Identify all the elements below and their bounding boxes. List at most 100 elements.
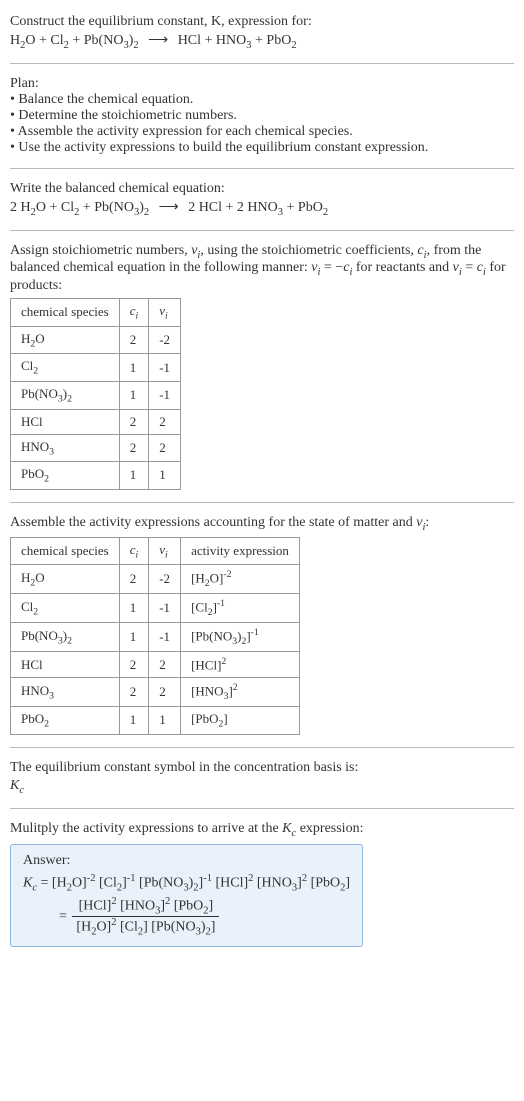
kc-expression-fraction: = [HCl]2 [HNO3]2 [PbO2] [H2O]2 [Cl2] [Pb…: [23, 896, 350, 938]
cell-activity: [Pb(NO3)2]-1: [181, 622, 300, 651]
cell-c: 2: [119, 565, 149, 594]
cell-species: HCl: [11, 409, 120, 434]
cell-activity: [HNO3]2: [181, 678, 300, 707]
assemble-text-1: Assemble the activity expressions accoun…: [10, 515, 416, 530]
cell-c: 1: [119, 594, 149, 623]
col-species: chemical species: [11, 299, 120, 327]
balanced-block: Write the balanced chemical equation: 2 …: [10, 175, 514, 224]
col-ci: ci: [119, 537, 149, 565]
cell-c: 2: [119, 678, 149, 707]
plan-bullet-4: • Use the activity expressions to build …: [10, 140, 514, 156]
cell-v: -1: [149, 622, 181, 651]
cell-species: HNO3: [11, 434, 120, 462]
separator: [10, 747, 514, 748]
plan-bullet-1: • Balance the chemical equation.: [10, 92, 514, 108]
table-row: HNO3 2 2 [HNO3]2: [11, 678, 300, 707]
assemble-block: Assemble the activity expressions accoun…: [10, 509, 514, 741]
cell-c: 1: [119, 381, 149, 409]
assign-text-2: , using the stoichiometric coefficients,: [200, 243, 417, 258]
cell-activity: [Cl2]-1: [181, 594, 300, 623]
plan-heading: Plan:: [10, 76, 514, 92]
plan-bullet-3: • Assemble the activity expression for e…: [10, 124, 514, 140]
intro-block: Construct the equilibrium constant, K, e…: [10, 8, 514, 57]
col-nui: νi: [149, 537, 181, 565]
cell-c: 2: [119, 651, 149, 677]
separator: [10, 808, 514, 809]
table-row: Cl2 1 -1 [Cl2]-1: [11, 594, 300, 623]
cell-v: 2: [149, 678, 181, 707]
intro-text: Construct the equilibrium constant, K, e…: [10, 14, 312, 29]
table-row: HCl 2 2 [HCl]2: [11, 651, 300, 677]
table-row: H2O 2 -2: [11, 326, 181, 354]
cell-c: 1: [119, 622, 149, 651]
kc-expression: Kc = [H2O]-2 [Cl2]-1 [Pb(NO3)2]-1 [HCl]2…: [23, 873, 350, 893]
cell-species: Cl2: [11, 354, 120, 382]
balanced-line: Write the balanced chemical equation:: [10, 181, 514, 197]
cell-v: 2: [149, 409, 181, 434]
cell-species: HNO3: [11, 678, 120, 707]
table-row: Pb(NO3)2 1 -1 [Pb(NO3)2]-1: [11, 622, 300, 651]
multiply-text-2: expression:: [296, 821, 363, 836]
table-row: HCl 2 2: [11, 409, 181, 434]
cell-activity: [H2O]-2: [181, 565, 300, 594]
cell-activity: [HCl]2: [181, 651, 300, 677]
table-row: Pb(NO3)2 1 -1: [11, 381, 181, 409]
cell-c: 2: [119, 434, 149, 462]
cell-c: 2: [119, 409, 149, 434]
separator: [10, 230, 514, 231]
table-row: Cl2 1 -1: [11, 354, 181, 382]
answer-box: Answer: Kc = [H2O]-2 [Cl2]-1 [Pb(NO3)2]-…: [10, 844, 363, 946]
col-activity: activity expression: [181, 537, 300, 565]
activity-table: chemical species ci νi activity expressi…: [10, 537, 300, 735]
cell-v: 2: [149, 651, 181, 677]
assign-text-4: for reactants and: [352, 260, 452, 275]
cell-v: -1: [149, 354, 181, 382]
stoich-table: chemical species ci νi H2O 2 -2 Cl2 1 -1…: [10, 298, 181, 490]
cell-species: Pb(NO3)2: [11, 381, 120, 409]
cell-species: PbO2: [11, 462, 120, 490]
cell-v: -1: [149, 381, 181, 409]
multiply-block: Mulitply the activity expressions to arr…: [10, 815, 514, 953]
cell-species: PbO2: [11, 707, 120, 735]
col-ci: ci: [119, 299, 149, 327]
intro-line: Construct the equilibrium constant, K, e…: [10, 14, 514, 30]
col-species: chemical species: [11, 537, 120, 565]
symbol-block: The equilibrium constant symbol in the c…: [10, 754, 514, 802]
table-header-row: chemical species ci νi activity expressi…: [11, 537, 300, 565]
table-row: HNO3 2 2: [11, 434, 181, 462]
table-row: H2O 2 -2 [H2O]-2: [11, 565, 300, 594]
cell-v: 1: [149, 707, 181, 735]
kc-symbol: Kc: [10, 778, 514, 796]
plan-block: Plan: • Balance the chemical equation. •…: [10, 70, 514, 162]
col-nui: νi: [149, 299, 181, 327]
assign-text-1: Assign stoichiometric numbers,: [10, 243, 191, 258]
unbalanced-equation: H2O + Cl2 + Pb(NO3)2 ⟶ HCl + HNO3 + PbO2: [10, 32, 514, 51]
table-row: PbO2 1 1: [11, 462, 181, 490]
cell-v: 2: [149, 434, 181, 462]
multiply-text-1: Mulitply the activity expressions to arr…: [10, 821, 282, 836]
cell-species: Pb(NO3)2: [11, 622, 120, 651]
symbol-line: The equilibrium constant symbol in the c…: [10, 760, 514, 776]
separator: [10, 168, 514, 169]
cell-species: H2O: [11, 326, 120, 354]
cell-activity: [PbO2]: [181, 707, 300, 735]
cell-c: 1: [119, 462, 149, 490]
separator: [10, 502, 514, 503]
cell-v: -1: [149, 594, 181, 623]
table-row: PbO2 1 1 [PbO2]: [11, 707, 300, 735]
cell-c: 2: [119, 326, 149, 354]
cell-c: 1: [119, 707, 149, 735]
assemble-text-2: :: [425, 515, 429, 530]
answer-label: Answer:: [23, 853, 350, 869]
cell-species: Cl2: [11, 594, 120, 623]
plan-bullet-2: • Determine the stoichiometric numbers.: [10, 108, 514, 124]
separator: [10, 63, 514, 64]
assign-block: Assign stoichiometric numbers, νi , using…: [10, 237, 514, 496]
cell-v: 1: [149, 462, 181, 490]
balanced-equation: 2 H2O + Cl2 + Pb(NO3)2 ⟶ 2 HCl + 2 HNO3 …: [10, 199, 514, 218]
cell-v: -2: [149, 565, 181, 594]
table-header-row: chemical species ci νi: [11, 299, 181, 327]
cell-species: HCl: [11, 651, 120, 677]
cell-c: 1: [119, 354, 149, 382]
cell-species: H2O: [11, 565, 120, 594]
